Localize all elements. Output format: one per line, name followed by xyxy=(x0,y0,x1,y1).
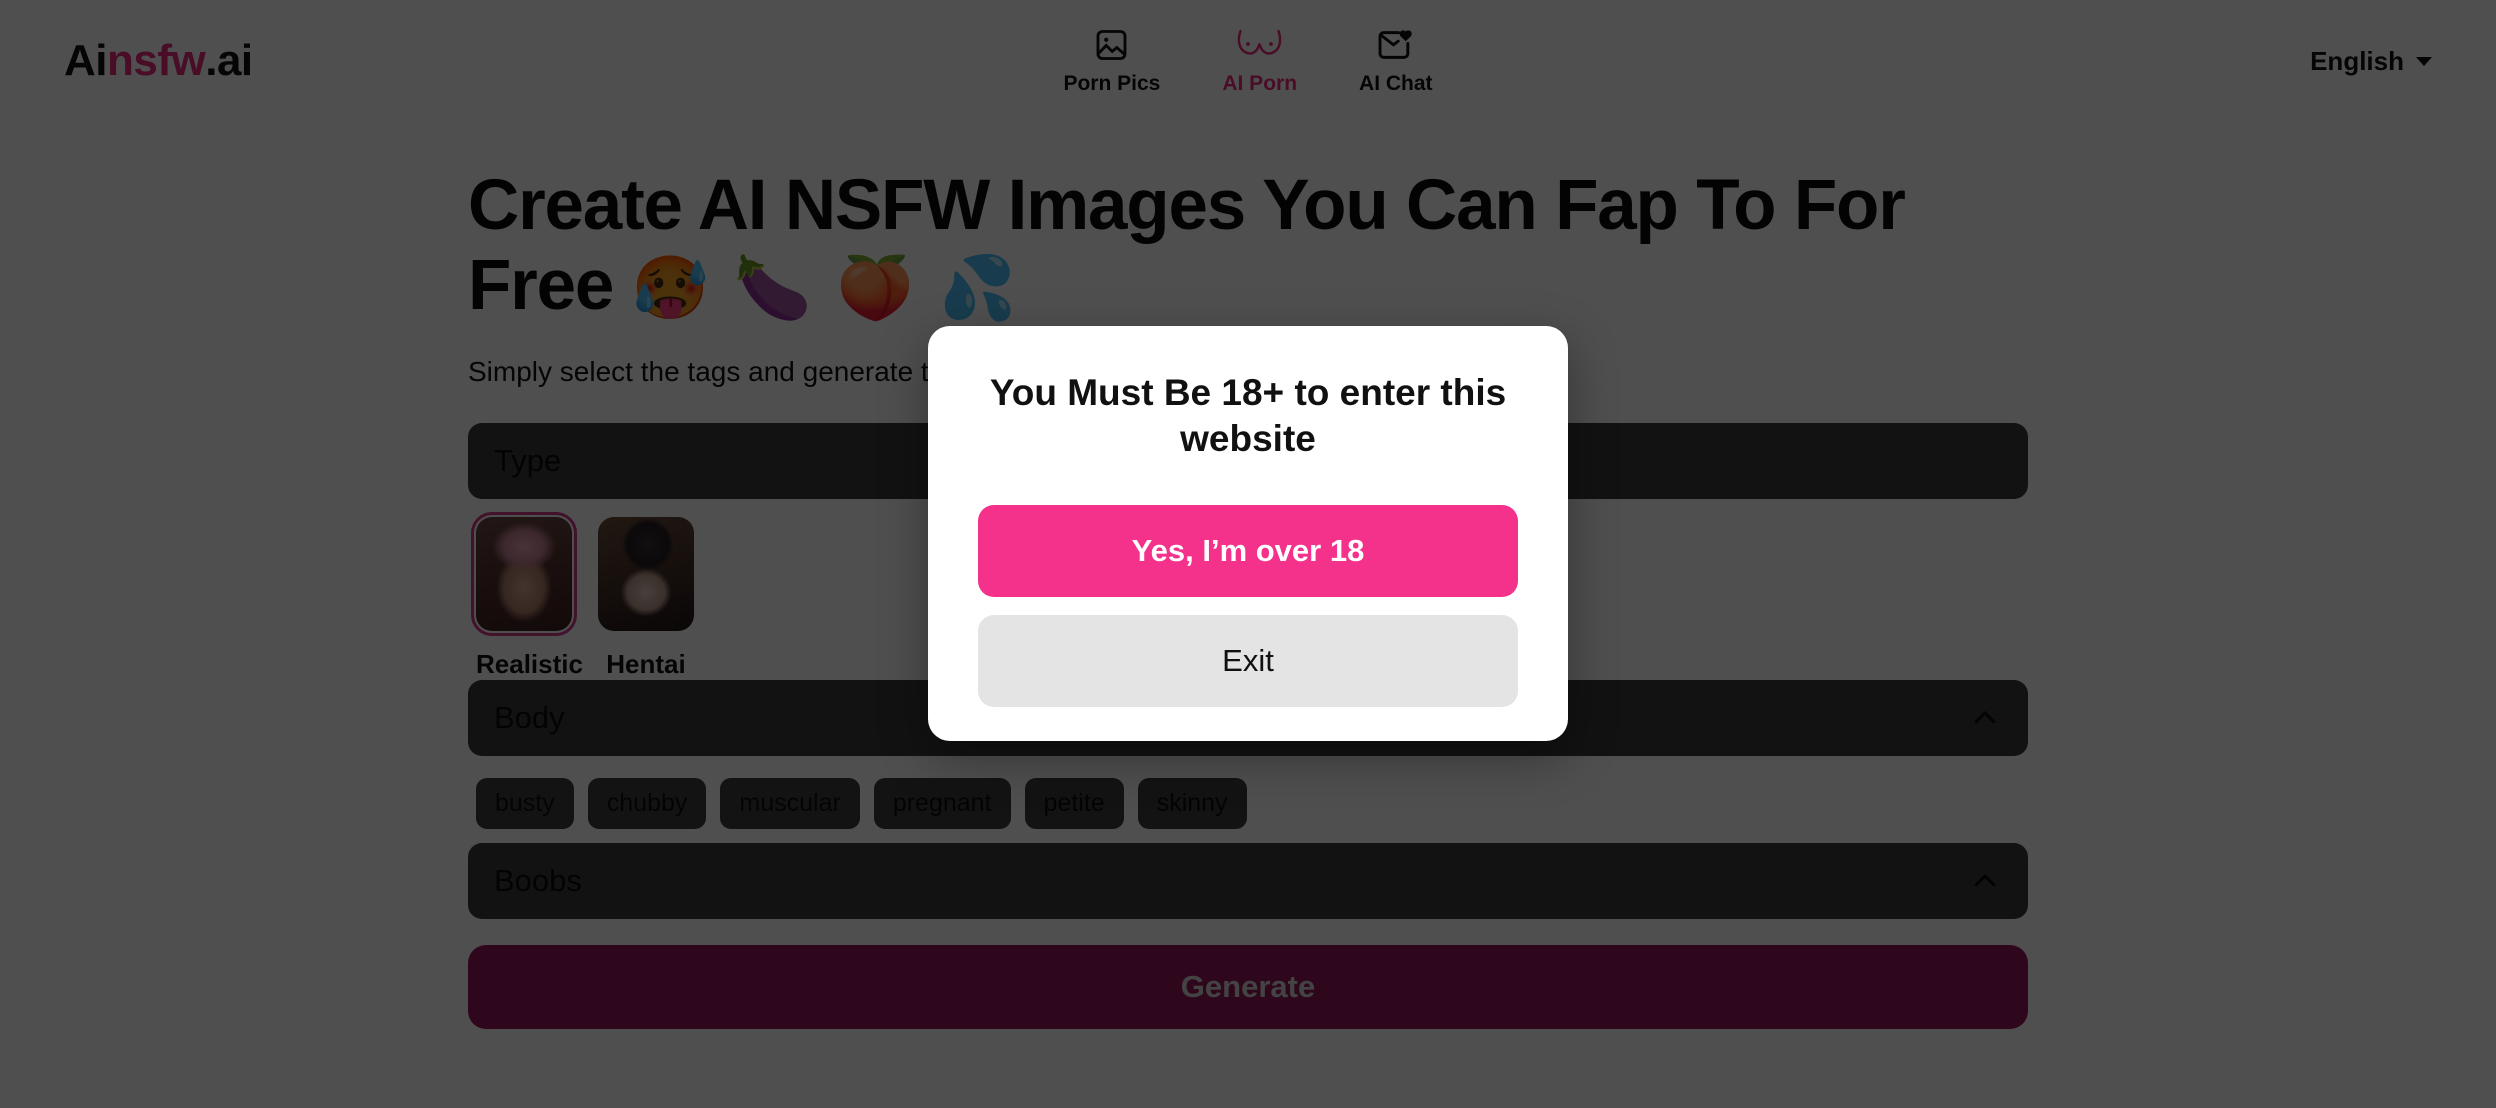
section-title-type: Type xyxy=(494,442,562,478)
section-boobs: Boobs xyxy=(468,842,2028,919)
nav-item-porn-pics[interactable]: Porn Pics xyxy=(1063,26,1160,96)
exit-button[interactable]: Exit xyxy=(978,614,1518,707)
type-option-realistic[interactable]: Realistic xyxy=(471,511,583,680)
language-label: English xyxy=(2310,45,2404,76)
type-thumbnail-hentai xyxy=(598,516,694,631)
tag-pill[interactable]: pregnant xyxy=(873,777,1011,829)
chevron-up-icon[interactable] xyxy=(1968,864,2002,898)
nav-item-ai-porn[interactable]: AI Porn xyxy=(1222,26,1297,96)
type-option-hentai[interactable]: Hentai xyxy=(598,516,694,680)
tag-pill[interactable]: chubby xyxy=(587,777,707,829)
section-title-boobs: Boobs xyxy=(494,862,582,898)
tag-list-body: busty chubby muscular pregnant petite sk… xyxy=(468,756,2028,843)
age-verification-modal: You Must Be 18+ to enter this website Ye… xyxy=(928,326,1568,741)
site-header: Ai nsfw .ai Porn Pics AI Porn AI Chat En… xyxy=(0,0,2496,122)
type-label-hentai: Hentai xyxy=(606,648,686,679)
tag-pill[interactable]: busty xyxy=(476,777,574,829)
section-title-body: Body xyxy=(494,699,565,735)
boobs-icon xyxy=(1237,26,1283,64)
nav-item-ai-chat[interactable]: AI Chat xyxy=(1359,26,1433,96)
type-label-realistic: Realistic xyxy=(476,648,583,679)
site-logo[interactable]: Ai nsfw .ai xyxy=(64,39,253,83)
type-thumbnail-realistic xyxy=(471,511,577,636)
nav-label-porn-pics: Porn Pics xyxy=(1063,72,1161,95)
generate-button[interactable]: Generate xyxy=(468,944,2028,1029)
tag-pill[interactable]: muscular xyxy=(720,777,860,829)
age-modal-title: You Must Be 18+ to enter this website xyxy=(989,372,1507,460)
tag-pill[interactable]: skinny xyxy=(1137,777,1247,829)
chevron-down-icon xyxy=(2416,56,2432,66)
chevron-up-icon[interactable] xyxy=(1968,701,2002,735)
chat-heart-icon xyxy=(1377,26,1415,64)
page-title-emojis: 🥵 🍆 🍑 💦 xyxy=(631,253,1021,323)
logo-part-ai: Ai xyxy=(64,36,108,85)
page-title: Create AI NSFW Images You Can Fap To For… xyxy=(468,166,1948,325)
confirm-over-18-button[interactable]: Yes, I’m over 18 xyxy=(978,504,1518,597)
logo-part-nsfw: nsfw xyxy=(107,36,206,85)
main-nav: Porn Pics AI Porn AI Chat xyxy=(1063,26,1433,96)
nav-label-ai-chat: AI Chat xyxy=(1359,72,1433,95)
section-header-boobs[interactable]: Boobs xyxy=(468,842,2028,919)
image-icon xyxy=(1094,26,1130,64)
logo-part-domain: .ai xyxy=(205,36,253,85)
tag-pill[interactable]: petite xyxy=(1024,777,1124,829)
language-selector[interactable]: English xyxy=(2310,46,2432,77)
nav-label-ai-porn: AI Porn xyxy=(1222,72,1298,95)
